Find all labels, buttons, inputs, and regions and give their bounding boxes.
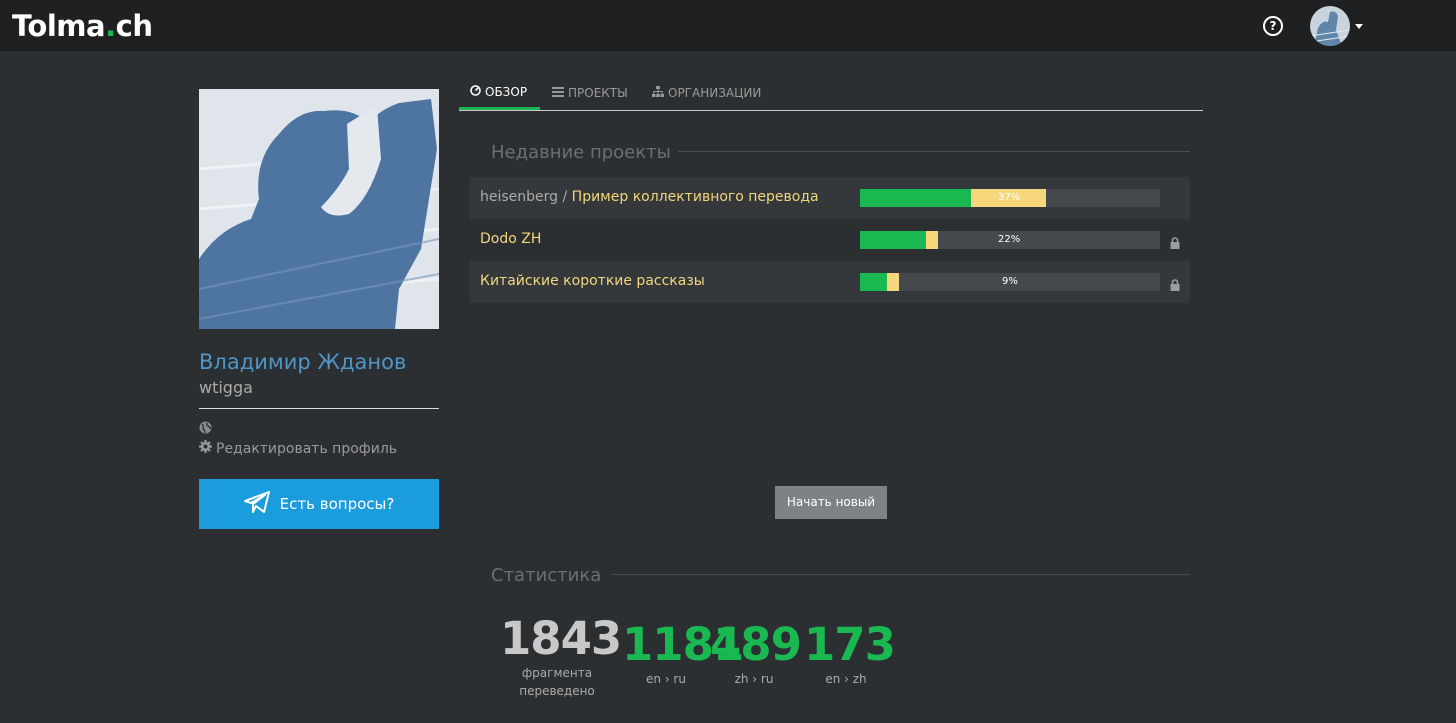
stat-value: 489: [710, 618, 802, 671]
project-progress-bar: 22%: [860, 231, 1160, 249]
logo-dot: .: [105, 9, 116, 43]
project-progress-bar: 9%: [860, 273, 1160, 291]
profile-photo: [199, 89, 439, 329]
progress-green: [860, 231, 926, 249]
top-navbar: Tolma.ch ?: [0, 0, 1456, 51]
stat-label: фрагмента: [521, 666, 593, 680]
stat-label: zh › ru: [734, 672, 774, 686]
stat-value: 1181: [622, 618, 744, 671]
lock-icon: [1170, 234, 1180, 249]
project-title[interactable]: Китайские короткие рассказы: [480, 273, 705, 289]
project-owner: heisenberg /: [480, 189, 572, 205]
project-name: Dodo ZH: [480, 231, 542, 247]
tab-projects[interactable]: ПРОЕКТЫ: [541, 76, 639, 110]
start-new-project-button[interactable]: Начать новый: [775, 486, 887, 519]
logo-tld: ch: [115, 9, 153, 43]
edit-profile-link[interactable]: Редактировать профиль: [199, 440, 397, 457]
recent-projects-rule: [678, 151, 1190, 152]
caret-down-icon[interactable]: [1355, 24, 1363, 29]
project-row: heisenberg / Пример коллективного перево…: [470, 177, 1190, 219]
stat-pair: 173 en › zh: [804, 618, 896, 688]
progress-green: [860, 273, 887, 291]
user-avatar[interactable]: [1310, 6, 1350, 46]
lock-icon: [1170, 276, 1180, 291]
project-name: Китайские короткие рассказы: [480, 273, 705, 289]
project-row: Китайские короткие рассказы 9%: [470, 261, 1190, 303]
profile-tabs: ОБЗОР ПРОЕКТЫ ОРГАНИЗАЦИИ: [459, 76, 1203, 111]
gear-icon: [199, 440, 212, 457]
globe-icon: [199, 419, 212, 434]
tab-organizations[interactable]: ОРГАНИЗАЦИИ: [641, 76, 772, 110]
stat-pair: 489 zh › ru: [710, 618, 802, 688]
progress-label: 22%: [998, 234, 1021, 245]
tab-organizations-label: ОРГАНИЗАЦИИ: [668, 86, 762, 100]
tab-overview[interactable]: ОБЗОР: [459, 76, 540, 110]
project-row: Dodo ZH 22%: [470, 219, 1190, 261]
tab-overview-label: ОБЗОР: [485, 84, 528, 99]
recent-projects-title: Недавние проекты: [491, 142, 671, 163]
project-title[interactable]: Dodo ZH: [480, 231, 541, 247]
stat-total: 1843 фрагмента переведено: [500, 612, 622, 700]
paper-plane-icon: [243, 491, 270, 517]
user-login: wtigga: [199, 378, 253, 397]
progress-yellow: [926, 231, 938, 249]
sitemap-icon: [652, 86, 664, 100]
stat-pair: 1181 en › ru: [622, 618, 744, 688]
sidebar-divider: [199, 408, 439, 409]
list-icon: [552, 86, 564, 100]
stat-value: 1843: [500, 612, 622, 665]
edit-profile-label: Редактировать профиль: [216, 440, 398, 457]
statistics-title: Статистика: [491, 565, 602, 586]
user-full-name: Владимир Жданов: [199, 350, 407, 374]
question-circle-icon[interactable]: ?: [1263, 16, 1283, 36]
progress-yellow: [887, 273, 899, 291]
stat-label: en › ru: [646, 672, 686, 686]
progress-green: [860, 189, 971, 207]
progress-label: 37%: [998, 192, 1021, 203]
project-title[interactable]: heisenberg / Пример коллективного перево…: [480, 189, 819, 205]
dashboard-icon: [470, 84, 481, 99]
stat-value: 173: [804, 618, 896, 671]
tab-projects-label: ПРОЕКТЫ: [568, 86, 628, 100]
progress-label: 9%: [1002, 276, 1018, 287]
logo-main: Tolma: [12, 9, 106, 43]
project-name: Пример коллективного перевода: [571, 189, 819, 205]
site-logo[interactable]: Tolma.ch: [12, 9, 153, 43]
statistics-rule: [612, 574, 1190, 575]
stat-label-2: переведено: [519, 684, 595, 698]
telegram-help-label: Есть вопросы?: [279, 495, 395, 513]
telegram-help-button[interactable]: Есть вопросы?: [199, 479, 439, 529]
project-progress-bar: 37%: [860, 189, 1160, 207]
stat-label: en › zh: [825, 672, 867, 686]
